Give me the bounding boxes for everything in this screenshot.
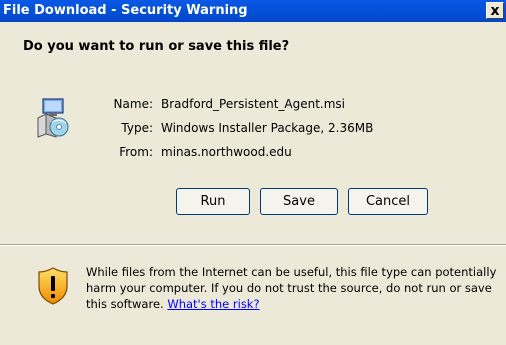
security-warning-message: While files from the Internet can be use…: [86, 264, 500, 312]
window-title: File Download - Security Warning: [3, 3, 248, 18]
cancel-button[interactable]: Cancel: [348, 188, 428, 215]
close-button[interactable]: x: [486, 2, 504, 19]
warning-text: While files from the Internet can be use…: [86, 265, 497, 311]
type-value: Windows Installer Package, 2.36MB: [161, 121, 374, 135]
divider-highlight: [0, 245, 506, 246]
title-bar: File Download - Security Warning x: [0, 0, 506, 22]
type-label: Type:: [121, 121, 153, 135]
close-icon: x: [490, 2, 500, 19]
from-label: From:: [119, 145, 153, 159]
run-button[interactable]: Run: [176, 188, 250, 215]
whats-the-risk-link[interactable]: What's the risk?: [167, 297, 259, 311]
save-button[interactable]: Save: [260, 188, 338, 215]
from-value: minas.northwood.edu: [161, 145, 292, 159]
dialog-question: Do you want to run or save this file?: [23, 39, 290, 54]
name-value: Bradford_Persistent_Agent.msi: [161, 97, 346, 111]
name-label: Name:: [113, 97, 153, 111]
security-shield-icon: [38, 267, 68, 305]
